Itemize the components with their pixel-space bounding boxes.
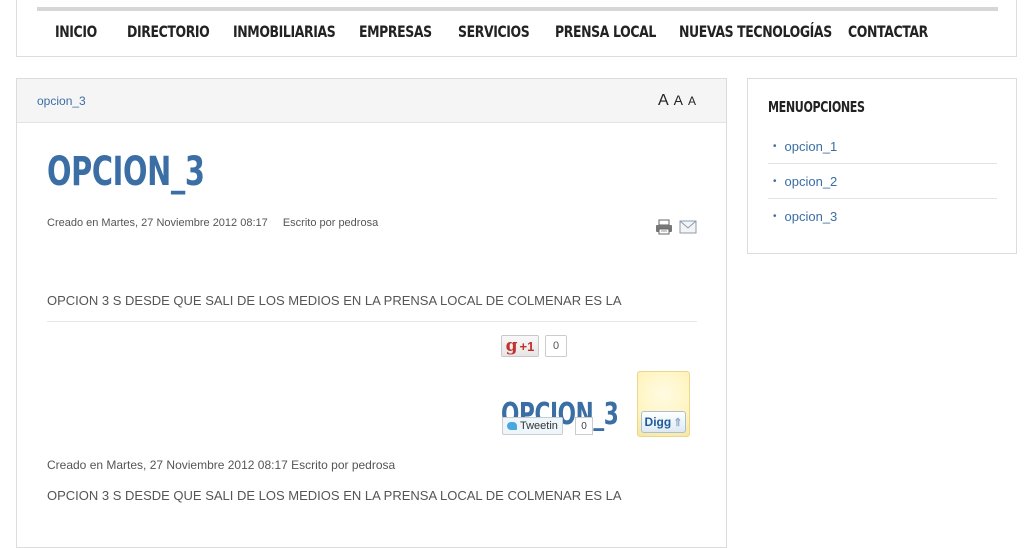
font-size-large-button[interactable]: A — [658, 92, 669, 110]
content-header: opcion_3 A A A — [17, 79, 726, 123]
sidebar-item-label: opcion_2 — [784, 173, 838, 189]
top-navigation: Inicio Directorio Inmobiliarias Empresas… — [16, 0, 1017, 57]
digg-widget[interactable]: Digg ⇑ — [637, 371, 690, 437]
digg-label: Digg — [644, 415, 672, 429]
google-plus-button[interactable]: g +1 — [501, 335, 539, 357]
sidebar-item-opcion-3[interactable]: • opcion_3 — [768, 199, 997, 233]
bullet-icon: • — [773, 210, 777, 222]
sidebar-item-label: opcion_1 — [784, 138, 838, 154]
nav-menu: Inicio Directorio Inmobiliarias Empresas… — [55, 22, 938, 41]
bullet-icon: • — [773, 175, 777, 187]
bullet-icon: • — [773, 140, 777, 152]
article-meta-repeat: Creado en Martes, 27 Noviembre 2012 08:1… — [47, 458, 396, 472]
nav-item-nuevas-tecnologias[interactable]: Nuevas tecnologías — [679, 22, 832, 41]
email-icon[interactable] — [679, 220, 697, 234]
nav-item-empresas[interactable]: Empresas — [359, 22, 436, 41]
printer-icon[interactable] — [655, 219, 673, 235]
created-date: Creado en Martes, 27 Noviembre 2012 08:1… — [47, 217, 268, 229]
font-size-small-button[interactable]: A — [688, 94, 696, 108]
tweet-button[interactable]: Tweetin — [502, 417, 563, 435]
sidebar-item-label: opcion_3 — [784, 208, 838, 224]
tweet-label: Tweetin — [520, 420, 558, 432]
google-plus-label: +1 — [519, 338, 535, 354]
twitter-bird-icon — [507, 422, 517, 430]
article-body-repeat: OPCION 3 S DESDE QUE SALI DE LOS MEDIOS … — [47, 488, 622, 503]
font-size-medium-button[interactable]: A — [674, 92, 683, 108]
nav-item-contactar[interactable]: Contactar — [848, 22, 928, 41]
article-meta: Creado en Martes, 27 Noviembre 2012 08:1… — [47, 217, 378, 229]
article-title: OPCION_3 — [47, 149, 205, 195]
nav-item-servicios[interactable]: Servicios — [458, 22, 534, 41]
sidebar-menu-opciones: Menuopciones • opcion_1 • opcion_2 • opc… — [747, 78, 1017, 254]
divider — [47, 321, 697, 322]
google-plus-widget: g +1 0 — [501, 335, 567, 357]
digg-arrow-icon: ⇑ — [673, 416, 683, 429]
breadcrumb[interactable]: opcion_3 — [37, 94, 86, 108]
google-plus-icon: g — [505, 336, 518, 356]
sidebar-list: • opcion_1 • opcion_2 • opcion_3 — [768, 129, 997, 233]
nav-item-prensa-local[interactable]: Prensa local — [555, 22, 656, 41]
article-body: OPCION 3 S DESDE QUE SALI DE LOS MEDIOS … — [47, 293, 622, 308]
sidebar-item-opcion-1[interactable]: • opcion_1 — [768, 129, 997, 164]
author: Escrito por pedrosa — [282, 217, 379, 229]
nav-item-directorio[interactable]: Directorio — [127, 22, 210, 41]
tweet-count: 0 — [575, 417, 593, 435]
nav-item-inicio[interactable]: Inicio — [55, 22, 111, 41]
font-size-controls: A A A — [658, 92, 696, 110]
sidebar-item-opcion-2[interactable]: • opcion_2 — [768, 164, 997, 199]
main-content: opcion_3 A A A OPCION_3 Creado en Martes… — [16, 78, 727, 548]
google-plus-count: 0 — [545, 335, 567, 357]
sidebar-title: Menuopciones — [768, 98, 865, 116]
digg-button[interactable]: Digg ⇑ — [641, 411, 686, 433]
nav-item-inmobiliarias[interactable]: Inmobiliarias — [233, 22, 336, 41]
nav-top-bar — [37, 7, 998, 11]
